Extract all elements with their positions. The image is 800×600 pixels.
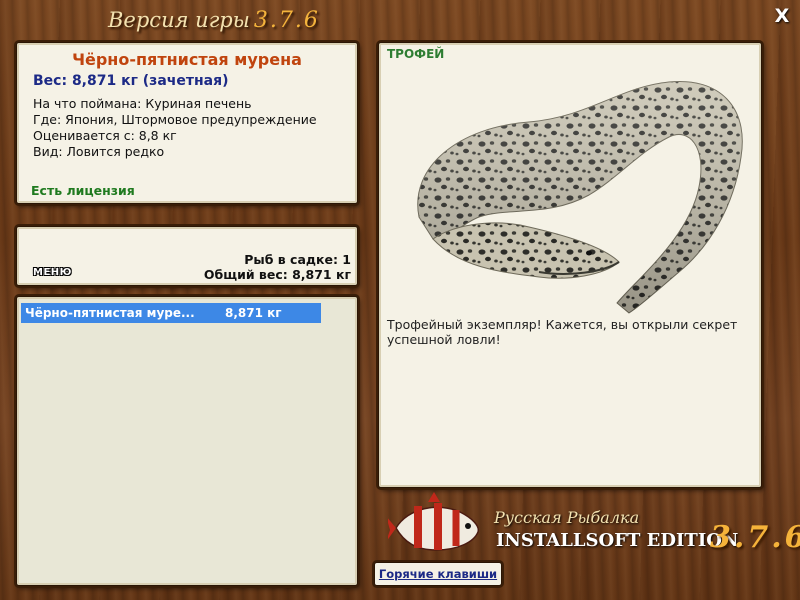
fish-location: Где: Япония, Штормовое предупреждение	[33, 112, 317, 127]
fish-rarity: Вид: Ловится редко	[33, 144, 165, 159]
list-item-name: Чёрно-пятнистая муре...	[25, 306, 195, 320]
fish-weight: Вес: 8,871 кг (зачетная)	[33, 73, 229, 89]
moray-eel-image	[417, 80, 743, 314]
catch-summary-panel: МЕНЮ Рыб в садке: 1 Общий вес: 8,871 кг	[16, 226, 358, 286]
trophy-label: ТРОФЕЙ	[387, 47, 445, 61]
version-number: 3.7.6	[253, 8, 320, 33]
game-version-title: Версия игры 3.7.6	[108, 8, 320, 36]
list-item[interactable]: Чёрно-пятнистая муре... 8,871 кг	[21, 303, 321, 323]
fish-name: Чёрно-пятнистая мурена	[72, 50, 302, 69]
brand-version: 3.7.6	[710, 520, 800, 555]
hotkeys-link[interactable]: Горячие клавиши	[374, 562, 502, 586]
close-button[interactable]: X	[772, 6, 792, 26]
brand-fish-logo	[388, 492, 480, 551]
fish-min-weight: Оценивается с: 8,8 кг	[33, 128, 177, 143]
fish-count: Рыб в садке: 1	[244, 252, 351, 267]
version-title-text: Версия игры	[108, 8, 250, 32]
list-item-weight: 8,871 кг	[225, 306, 282, 320]
license-status: Есть лицензия	[31, 183, 135, 198]
fish-bait: На что поймана: Куриная печень	[33, 96, 252, 111]
fish-info-panel: Чёрно-пятнистая мурена Вес: 8,871 кг (за…	[16, 42, 358, 204]
menu-button[interactable]: МЕНЮ	[33, 267, 72, 278]
catch-list-panel: Чёрно-пятнистая муре... 8,871 кг	[16, 296, 358, 586]
brand-edition: INSTALLSOFT EDITION	[496, 530, 739, 551]
total-weight: Общий вес: 8,871 кг	[203, 267, 351, 282]
trophy-panel: ТРОФЕЙ Трофейный экземпляр! Кажется, вы …	[378, 42, 762, 488]
brand-subtitle: Русская Рыбалка	[494, 508, 640, 527]
trophy-description: Трофейный экземпляр! Кажется, вы открыли…	[387, 317, 738, 347]
